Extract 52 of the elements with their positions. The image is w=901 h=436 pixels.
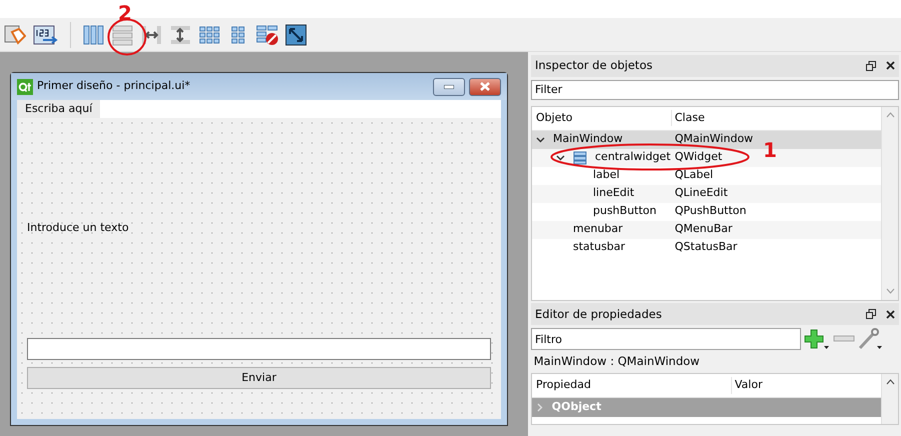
class-name: QMenuBar <box>674 221 732 238</box>
column-header: Propiedad <box>532 377 732 394</box>
close-button[interactable] <box>469 78 501 96</box>
object-name: label <box>593 167 620 184</box>
close-icon[interactable] <box>886 61 895 70</box>
form-label: Introduce un texto <box>27 220 130 236</box>
tree-row[interactable]: pushButton QPushButton <box>532 202 881 220</box>
class-name: QStatusBar <box>674 239 738 256</box>
object-name: pushButton <box>593 203 657 220</box>
tree-row[interactable]: lineEdit QLineEdit <box>532 184 881 202</box>
rows-layout-icon[interactable] <box>111 22 133 46</box>
window-title: Primer diseño - principal.ui* <box>37 78 192 94</box>
float-icon[interactable] <box>866 60 876 71</box>
send-button[interactable]: Enviar <box>27 367 491 389</box>
object-name: statusbar <box>573 239 626 256</box>
panel-title: Editor de propiedades <box>535 306 663 323</box>
filter-field[interactable]: Filter <box>531 80 899 100</box>
minimize-button[interactable] <box>433 78 465 96</box>
column-header: Valor <box>734 377 762 393</box>
class-name: QMainWindow <box>674 131 754 148</box>
object-name: menubar <box>573 221 623 238</box>
close-icon[interactable] <box>886 310 895 319</box>
columns-layout-icon[interactable] <box>82 22 104 46</box>
add-icon[interactable] <box>804 328 830 350</box>
panel-title: Inspector de objetos <box>535 57 654 74</box>
object-name: lineEdit <box>593 185 634 202</box>
scrollbar[interactable] <box>881 374 898 424</box>
break-layout-icon[interactable] <box>256 22 278 46</box>
class-name: QLineEdit <box>674 185 728 202</box>
group-name: QObject <box>552 399 602 415</box>
close-icon <box>480 82 490 91</box>
tree-row[interactable]: statusbar QStatusBar <box>532 238 881 256</box>
class-name: QPushButton <box>674 203 746 220</box>
float-icon[interactable] <box>866 309 876 320</box>
column-header: Clase <box>674 110 705 126</box>
resize-icon[interactable] <box>285 22 307 46</box>
menu-placeholder[interactable]: Escriba aquí <box>17 100 100 118</box>
column-header: Objeto <box>532 110 672 126</box>
app-logo-icon <box>17 78 33 94</box>
filter-field[interactable]: Filtro <box>531 328 801 350</box>
object-name: centralwidget <box>595 149 671 166</box>
number-arrow-icon[interactable] <box>33 22 59 46</box>
scroll-up-icon[interactable] <box>886 379 894 386</box>
class-name: QWidget <box>674 149 722 166</box>
tree-row[interactable]: label QLabel <box>532 166 881 184</box>
tag-icon[interactable] <box>4 22 26 46</box>
class-name: QLabel <box>674 167 714 184</box>
object-name: MainWindow <box>553 131 623 148</box>
annotation-circle <box>107 18 147 56</box>
text-input[interactable] <box>27 338 491 360</box>
tree-row[interactable]: menubar QMenuBar <box>532 220 881 238</box>
minimize-icon <box>444 84 454 88</box>
